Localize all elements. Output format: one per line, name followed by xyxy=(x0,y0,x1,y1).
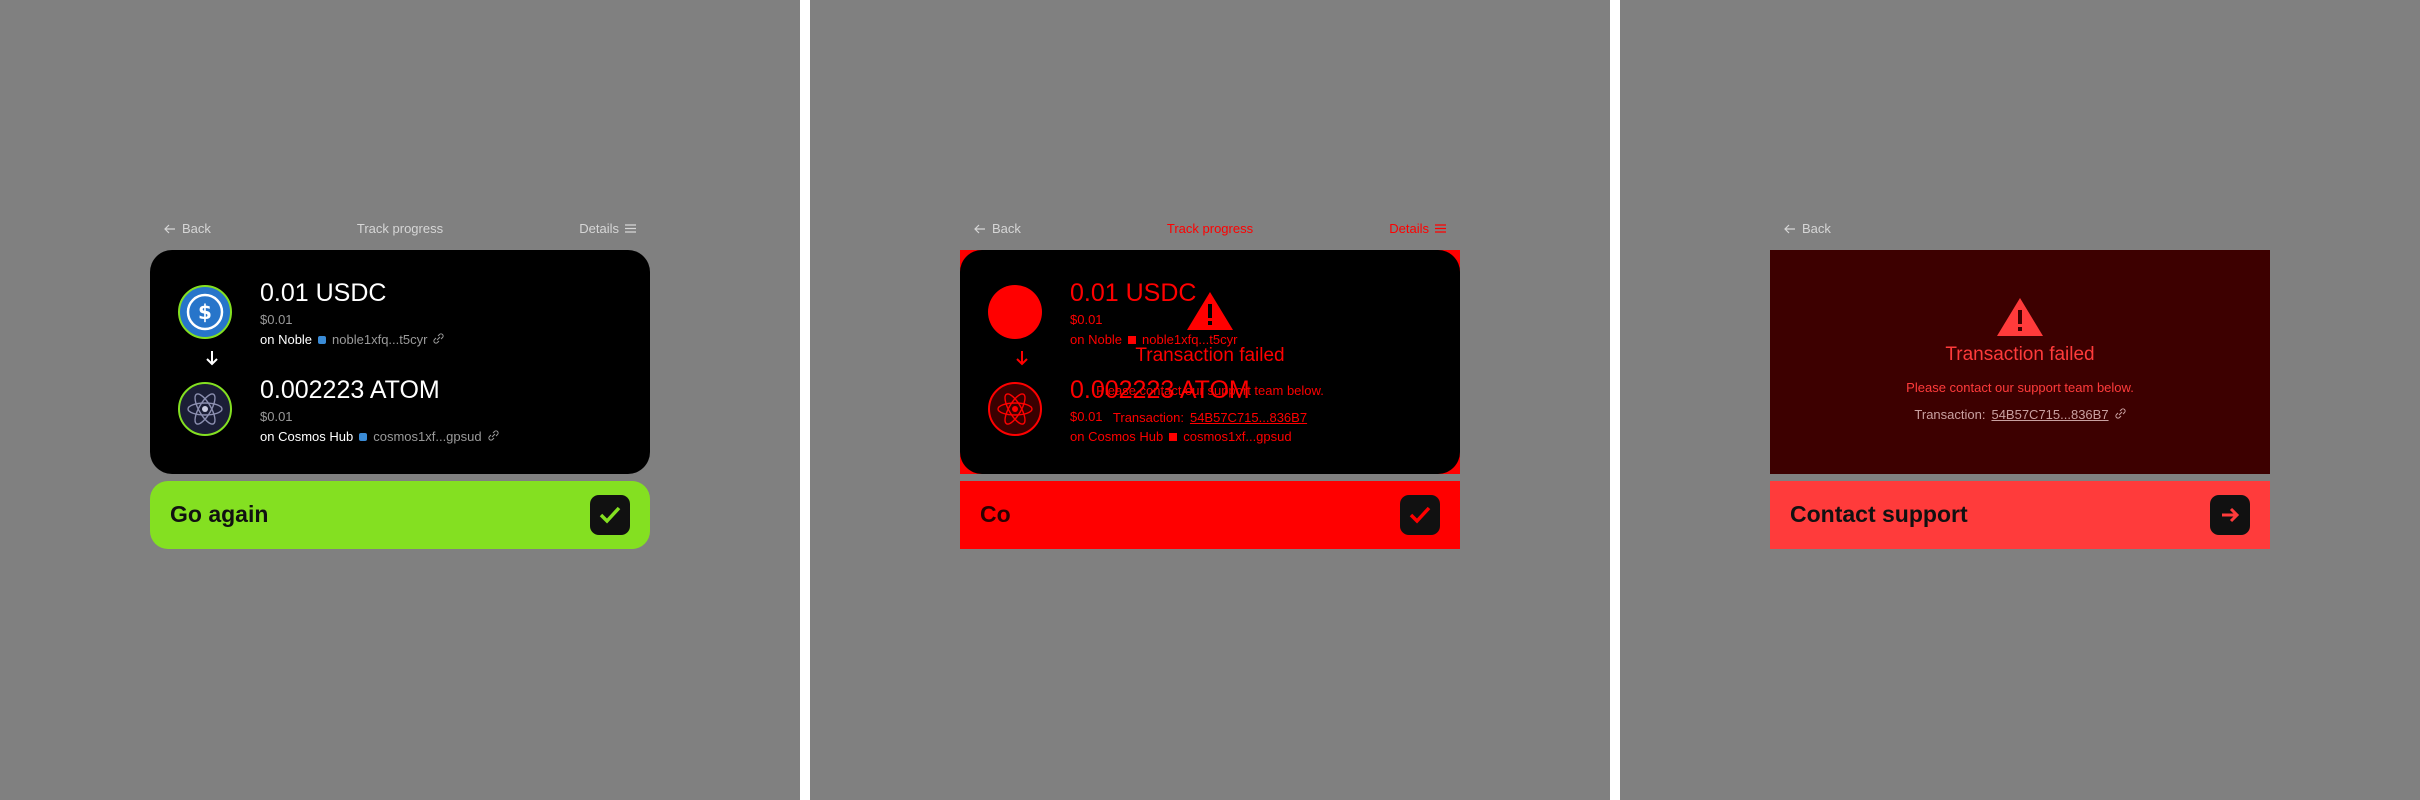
details-label: Details xyxy=(579,221,619,236)
panel-transition: Back Track progress Details 0.01 USDC $0… xyxy=(810,0,1610,800)
transaction-label: Transaction: xyxy=(1914,407,1986,422)
panel-failed: Back Transaction failed Please contact o… xyxy=(1620,0,2420,800)
go-again-button[interactable]: Go again xyxy=(150,481,650,549)
arrow-down-icon xyxy=(205,350,219,371)
details-button[interactable]: Details xyxy=(1389,221,1446,236)
transaction-hash-link[interactable]: 54B57C715...836B7 xyxy=(1190,410,1307,425)
page-title: Track progress xyxy=(356,221,444,236)
destination-address: cosmos1xf...gpsud xyxy=(1183,429,1292,444)
warning-triangle-icon xyxy=(1185,292,1235,336)
transfer-card: $ 0.01 USDC $0.01 on Noble noble1xfq...t… xyxy=(150,250,650,474)
link-icon[interactable] xyxy=(433,332,444,348)
transaction-hash-link[interactable]: 54B57C715...836B7 xyxy=(1991,407,2108,422)
warning-triangle-icon xyxy=(1995,296,2045,338)
header: Back Track progress Details xyxy=(810,221,1610,239)
failure-message: Please contact our support team below. xyxy=(1906,380,2134,395)
destination-address: cosmos1xf...gpsud xyxy=(373,429,482,444)
failure-message: Please contact our support team below. xyxy=(1096,383,1324,398)
failure-title: Transaction failed xyxy=(1945,344,2095,365)
contact-support-label: Contact support xyxy=(1790,501,1968,527)
source-chain: on Noble xyxy=(260,332,313,347)
contact-support-button[interactable]: Contact support xyxy=(1770,481,2270,549)
destination-chain: on Cosmos Hub xyxy=(260,429,354,444)
source-amount: 0.01 USDC xyxy=(260,279,387,307)
contact-support-label: Co xyxy=(980,501,1011,527)
noble-icon xyxy=(318,336,327,344)
atom-icon xyxy=(178,382,232,436)
go-again-label: Go again xyxy=(170,501,269,527)
transaction-label: Transaction: xyxy=(1112,410,1184,425)
cosmos-hub-icon xyxy=(1169,433,1178,441)
cosmos-hub-icon xyxy=(359,433,368,441)
arrow-right-icon xyxy=(2210,495,2250,535)
svg-text:$: $ xyxy=(198,300,212,324)
failure-card: Transaction failed Please contact our su… xyxy=(1770,250,2270,474)
details-button[interactable]: Details xyxy=(579,221,636,236)
destination-usd: $0.01 xyxy=(260,409,293,424)
details-label: Details xyxy=(1389,221,1429,236)
header: Back xyxy=(1620,221,2420,239)
link-icon[interactable] xyxy=(2115,407,2126,422)
source-usd: $0.01 xyxy=(260,312,293,327)
contact-support-button[interactable]: Co xyxy=(960,481,1460,549)
checkmark-icon xyxy=(590,495,630,535)
page-title: Track progress xyxy=(1166,221,1254,236)
menu-icon xyxy=(625,224,636,233)
menu-icon xyxy=(1435,224,1446,233)
header: Back Track progress Details xyxy=(0,221,800,239)
checkmark-icon xyxy=(1400,495,1440,535)
destination-amount: 0.002223 ATOM xyxy=(260,376,440,404)
back-label: Back xyxy=(1802,221,1831,236)
usdc-icon: $ xyxy=(178,285,232,339)
failure-overlay: Transaction failed Please contact our su… xyxy=(960,290,1460,425)
destination-chain: on Cosmos Hub xyxy=(1070,429,1164,444)
back-button[interactable]: Back xyxy=(1784,221,1831,236)
panel-success: Back Track progress Details $ 0.01 USDC … xyxy=(0,0,800,800)
link-icon[interactable] xyxy=(488,429,499,445)
source-address: noble1xfq...t5cyr xyxy=(332,332,428,347)
arrow-left-icon xyxy=(1784,224,1796,234)
failure-title: Transaction failed xyxy=(1135,345,1285,366)
